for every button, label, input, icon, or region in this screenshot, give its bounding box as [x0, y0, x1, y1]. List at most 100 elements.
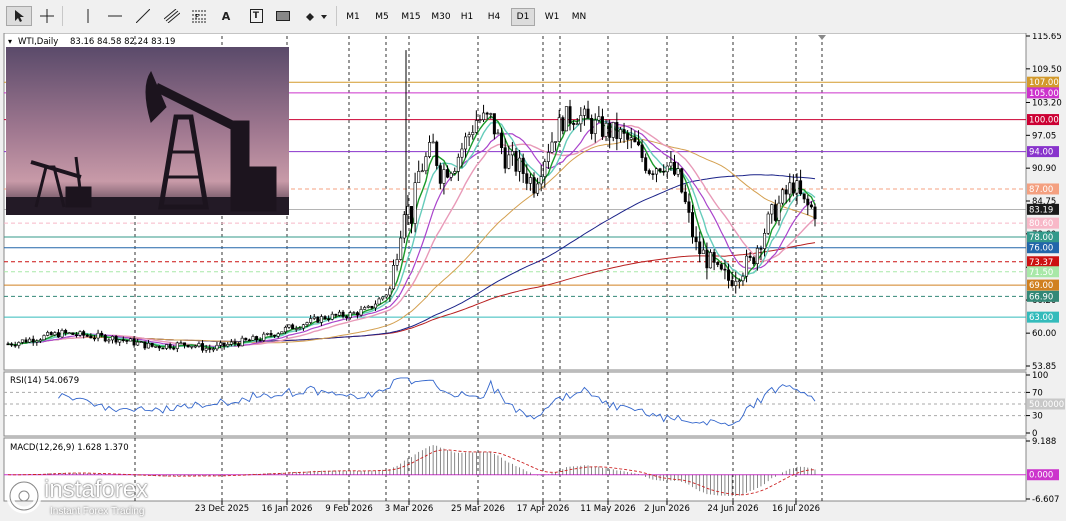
candle-body — [143, 341, 147, 349]
arrow-shapes-tool-icon[interactable] — [302, 6, 330, 26]
candle-body — [676, 168, 680, 175]
candle-body — [590, 118, 594, 134]
candle-body — [85, 335, 89, 337]
timeframe-h4[interactable]: H4 — [483, 8, 505, 26]
candle-body — [31, 338, 35, 343]
candle-body — [287, 324, 291, 328]
macd-title: MACD(12,26,9) 1.628 1.370 — [10, 443, 129, 453]
candle-body — [262, 333, 266, 341]
candle-body — [121, 339, 125, 342]
candle-body — [20, 339, 24, 343]
price-label: 60.00 — [1032, 329, 1056, 339]
candle-body — [56, 332, 60, 338]
candle-body — [438, 165, 442, 184]
timeframe-h1[interactable]: H1 — [456, 8, 478, 26]
candle-body — [799, 180, 803, 195]
candle-body — [788, 182, 792, 195]
candle-body — [521, 157, 525, 174]
candle-body — [255, 336, 259, 341]
level-label: 66.90 — [1027, 290, 1059, 302]
candle-body — [157, 346, 161, 349]
candle-body — [334, 313, 338, 316]
candle-body — [500, 132, 504, 148]
candle-body — [446, 169, 450, 178]
candle-body — [301, 324, 305, 329]
equidistant-channel-tool-icon[interactable] — [160, 6, 184, 26]
timeframe-d1[interactable]: D1 — [511, 8, 535, 26]
timeframe-mn[interactable]: MN — [567, 8, 591, 26]
candle-body — [654, 168, 658, 175]
candle-body — [186, 344, 190, 348]
trendline-tool-icon[interactable] — [132, 6, 154, 26]
candle-body — [132, 338, 136, 346]
candle-body — [741, 275, 745, 282]
candle-body — [456, 156, 460, 172]
candle-body — [291, 324, 295, 330]
candle — [103, 334, 107, 343]
candle-body — [687, 201, 691, 213]
level-label: 69.00 — [1027, 279, 1059, 291]
date-label: 24 Jun 2026 — [707, 504, 758, 514]
rsi-axis-label: 30 — [1032, 412, 1043, 422]
candle-body — [611, 122, 615, 138]
candle-body — [110, 336, 114, 341]
timeframe-m30[interactable]: M30 — [428, 8, 454, 26]
candle — [709, 249, 713, 269]
candle-body — [60, 329, 64, 338]
chart-menu-triangle[interactable]: ▾ — [8, 37, 12, 46]
timeframe-w1[interactable]: W1 — [540, 8, 564, 26]
timeframe-m1[interactable]: M1 — [342, 8, 364, 26]
candle-body — [510, 151, 514, 156]
rectangle-label-tool-icon[interactable] — [272, 6, 294, 26]
candle-body — [554, 141, 558, 143]
fibonacci-tool-icon[interactable]: F — [188, 6, 210, 26]
svg-text:F: F — [195, 13, 199, 21]
candle-body — [409, 206, 413, 224]
timeframe-m5[interactable]: M5 — [370, 8, 394, 26]
candle-body — [795, 180, 799, 194]
level-label-text: 78.00 — [1029, 233, 1053, 243]
candle-body — [391, 265, 395, 290]
candle-body — [118, 339, 122, 343]
level-label: 94.00 — [1027, 146, 1059, 158]
timeframe-m15[interactable]: M15 — [398, 8, 424, 26]
candle-body — [712, 252, 716, 263]
crosshair-tool-icon[interactable] — [36, 6, 58, 26]
candle-body — [330, 313, 334, 320]
level-label-text: 66.90 — [1029, 292, 1053, 302]
candle-body — [229, 341, 233, 345]
candle-body — [96, 332, 100, 339]
level-label: 105.00 — [1027, 87, 1059, 99]
candle-body — [420, 170, 424, 173]
toolbar-separator — [62, 6, 63, 26]
candle-body — [258, 339, 262, 342]
macd-axis-label: 9.188 — [1032, 437, 1056, 447]
candle-body — [222, 342, 226, 347]
date-label: 9 Feb 2026 — [325, 504, 373, 514]
candle-body — [114, 336, 118, 343]
cursor-tool-icon[interactable] — [6, 6, 32, 26]
text-tool-icon[interactable]: A — [216, 6, 236, 26]
horizontal-line-tool-icon[interactable] — [104, 6, 126, 26]
candle-body — [471, 132, 475, 135]
candle-body — [193, 345, 197, 348]
candle-body — [727, 269, 731, 281]
candle-body — [539, 176, 543, 185]
level-label-text: 83.19 — [1029, 205, 1053, 215]
candle-body — [305, 322, 309, 326]
vertical-line-tool-icon[interactable] — [78, 6, 98, 26]
candle-body — [24, 339, 28, 343]
candle-body — [597, 116, 601, 121]
candle-body — [377, 298, 381, 305]
level-label-text: 94.00 — [1029, 148, 1053, 158]
candle-body — [251, 336, 255, 341]
candle-body — [575, 123, 579, 126]
candle-body — [244, 337, 248, 341]
candle-body — [658, 168, 662, 172]
candle-body — [13, 344, 17, 347]
date-label: 11 May 2026 — [580, 504, 635, 514]
oil-pump-photo — [6, 47, 289, 215]
text-label-tool-icon[interactable]: T — [246, 6, 266, 26]
candle — [766, 211, 770, 236]
candle-body — [294, 328, 298, 330]
